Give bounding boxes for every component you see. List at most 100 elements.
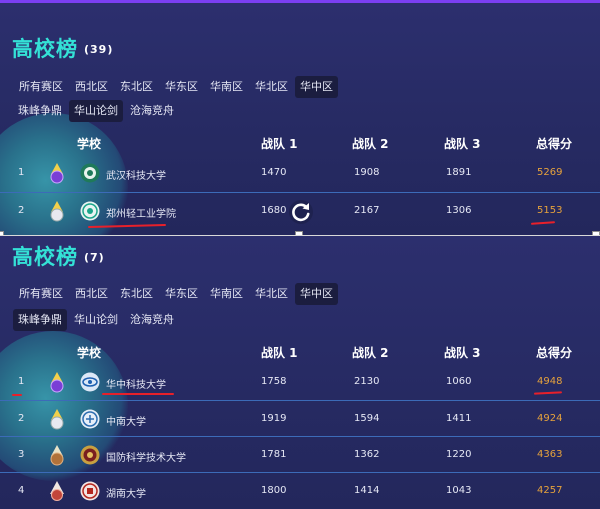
- table-row[interactable]: 4 湖南大学 1800 1414 1043 4257: [0, 472, 600, 508]
- team2-score: 2130: [354, 376, 380, 387]
- school-name: 华中科技大学: [106, 380, 166, 391]
- panel-title-text: 高校榜: [12, 245, 78, 269]
- rank: 1: [18, 376, 25, 387]
- table-row[interactable]: 1 武汉科技大学 1470 1908 1891 5269: [0, 155, 600, 191]
- school-name: 湖南大学: [106, 489, 146, 500]
- team3-score: 1220: [446, 449, 472, 460]
- group-tabs: 珠峰争鼎 华山论剑 沧海竞舟: [13, 309, 179, 331]
- tab-region-northeast[interactable]: 东北区: [115, 76, 158, 98]
- header-team3: 战队 3: [444, 346, 481, 360]
- red-underline-annotation: [12, 394, 22, 396]
- team1-score: 1758: [261, 376, 287, 387]
- header-school: 学校: [77, 137, 102, 151]
- panel-title: 高校榜 (7): [12, 241, 105, 271]
- tab-region-south[interactable]: 华南区: [205, 283, 248, 305]
- header-team2: 战队 2: [352, 137, 389, 151]
- table-header: 学校 战队 1 战队 2 战队 3 总得分: [0, 341, 600, 363]
- team3-score: 1043: [446, 485, 472, 496]
- tab-region-northwest[interactable]: 西北区: [70, 76, 113, 98]
- team2-score: 1414: [354, 485, 380, 496]
- school-logo-icon: [80, 445, 100, 465]
- school-logo-icon: [80, 201, 100, 221]
- tab-region-northeast[interactable]: 东北区: [115, 283, 158, 305]
- total-score: 4948: [537, 376, 563, 387]
- header-total: 总得分: [536, 137, 573, 151]
- table-row[interactable]: 2 中南大学 1919 1594 1411 4924: [0, 400, 600, 436]
- school-logo-icon: [80, 481, 100, 501]
- region-tabs: 所有赛区 西北区 东北区 华东区 华南区 华北区 华中区: [14, 76, 338, 98]
- team3-score: 1891: [446, 167, 472, 178]
- tab-region-all[interactable]: 所有赛区: [14, 76, 68, 98]
- header-total: 总得分: [536, 346, 573, 360]
- tab-region-central[interactable]: 华中区: [295, 283, 338, 305]
- team3-score: 1060: [446, 376, 472, 387]
- team2-score: 1908: [354, 167, 380, 178]
- tab-region-south[interactable]: 华南区: [205, 76, 248, 98]
- school-count: (39): [84, 43, 114, 56]
- tab-group-zhufeng[interactable]: 珠峰争鼎: [13, 100, 67, 122]
- school-name: 中南大学: [106, 417, 146, 428]
- total-score: 4924: [537, 413, 563, 424]
- tab-group-canghai[interactable]: 沧海竞舟: [125, 309, 179, 331]
- tab-region-east[interactable]: 华东区: [160, 283, 203, 305]
- group-tabs: 珠峰争鼎 华山论剑 沧海竞舟: [13, 100, 179, 122]
- silver-medal-icon: [50, 409, 64, 430]
- team2-score: 1594: [354, 413, 380, 424]
- header-team2: 战队 2: [352, 346, 389, 360]
- school-name: 武汉科技大学: [106, 171, 166, 182]
- total-score: 4257: [537, 485, 563, 496]
- table-header: 学校 战队 1 战队 2 战队 3 总得分: [0, 132, 600, 154]
- header-team3: 战队 3: [444, 137, 481, 151]
- tab-group-canghai[interactable]: 沧海竞舟: [125, 100, 179, 122]
- school-logo-icon: [80, 409, 100, 429]
- header-team1: 战队 1: [261, 346, 298, 360]
- rank: 2: [18, 205, 25, 216]
- tab-region-northwest[interactable]: 西北区: [70, 283, 113, 305]
- gold-medal-icon: [50, 163, 64, 184]
- tab-group-zhufeng[interactable]: 珠峰争鼎: [13, 309, 67, 331]
- bronze-medal-icon: [50, 445, 64, 466]
- screenshot-stage: 高校榜 (39) 所有赛区 西北区 东北区 华东区 华南区 华北区 华中区 珠峰争…: [0, 0, 600, 509]
- header-school: 学校: [77, 346, 102, 360]
- region-tabs: 所有赛区 西北区 东北区 华东区 华南区 华北区 华中区: [14, 283, 338, 305]
- rank: 3: [18, 449, 25, 460]
- rank-badge-icon: [50, 481, 64, 501]
- team1-score: 1919: [261, 413, 287, 424]
- team2-score: 2167: [354, 205, 380, 216]
- tab-region-north[interactable]: 华北区: [250, 283, 293, 305]
- school-name: 国防科学技术大学: [106, 453, 186, 464]
- tab-region-central[interactable]: 华中区: [295, 76, 338, 98]
- panel-title: 高校榜 (39): [12, 33, 113, 63]
- tab-group-huashan[interactable]: 华山论剑: [69, 100, 123, 122]
- tab-region-east[interactable]: 华东区: [160, 76, 203, 98]
- rank: 4: [18, 485, 25, 496]
- rank: 2: [18, 413, 25, 424]
- leaderboard-panel-top: 高校榜 (39) 所有赛区 西北区 东北区 华东区 华南区 华北区 华中区 珠峰争…: [0, 3, 600, 235]
- school-count: (7): [84, 251, 105, 264]
- total-score: 4363: [537, 449, 563, 460]
- rank: 1: [18, 167, 25, 178]
- total-score: 5153: [537, 205, 563, 216]
- panel-title-text: 高校榜: [12, 37, 78, 61]
- total-score: 5269: [537, 167, 563, 178]
- team2-score: 1362: [354, 449, 380, 460]
- tab-region-north[interactable]: 华北区: [250, 76, 293, 98]
- team3-score: 1411: [446, 413, 472, 424]
- tab-region-all[interactable]: 所有赛区: [14, 283, 68, 305]
- header-team1: 战队 1: [261, 137, 298, 151]
- gold-medal-icon: [50, 372, 64, 393]
- team1-score: 1781: [261, 449, 287, 460]
- school-logo-icon: [80, 372, 100, 392]
- team1-score: 1680: [261, 205, 287, 216]
- team1-score: 1470: [261, 167, 287, 178]
- team3-score: 1306: [446, 205, 472, 216]
- tab-group-huashan[interactable]: 华山论剑: [69, 309, 123, 331]
- school-logo-icon: [80, 163, 100, 183]
- team1-score: 1800: [261, 485, 287, 496]
- table-row[interactable]: 3 国防科学技术大学 1781 1362 1220 4363: [0, 436, 600, 472]
- red-underline-annotation: [102, 393, 174, 395]
- table-row[interactable]: 1 华中科技大学 1758 2130 1060 4948: [0, 364, 600, 400]
- school-name: 郑州轻工业学院: [106, 209, 176, 220]
- rotate-icon[interactable]: [288, 199, 314, 225]
- silver-medal-icon: [50, 201, 64, 222]
